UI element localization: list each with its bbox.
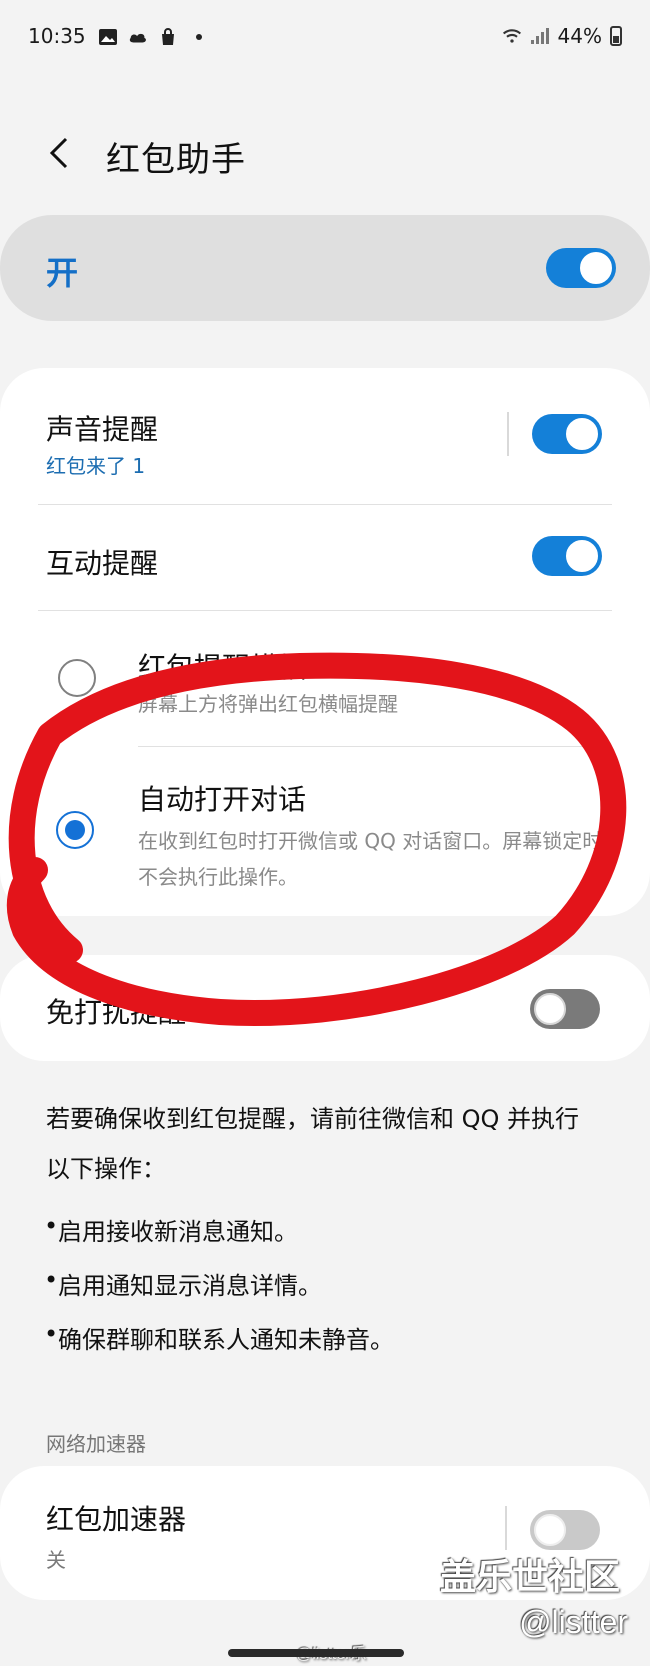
bullet-item: 确保群聊和联系人通知未静音。 [44, 1320, 394, 1355]
notification-icons [98, 28, 202, 46]
interactive-alert-toggle[interactable] [532, 536, 602, 576]
divider [138, 746, 612, 747]
dnd-alert-label: 免打扰提醒 [46, 996, 187, 1029]
vertical-divider [507, 412, 509, 456]
sound-alert-label: 声音提醒 [46, 413, 159, 446]
auto-open-chat-desc: 在收到红包时打开微信或 QQ 对话窗口。屏幕锁定时不会执行此操作。 [138, 829, 603, 889]
auto-open-chat-radio[interactable] [56, 811, 94, 849]
dnd-alert-row[interactable]: 免打扰提醒 [0, 955, 650, 1061]
banner-alert-desc: 屏幕上方将弹出红包横幅提醒 [138, 692, 398, 716]
watermark-community: 盖乐世社区 [439, 1556, 620, 1597]
toggle-knob [566, 418, 598, 450]
divider [38, 610, 612, 611]
bullet-item: 启用接收新消息通知。 [44, 1212, 298, 1247]
battery-icon [610, 26, 622, 46]
system-status: 44% [502, 24, 622, 48]
signal-icon [530, 27, 550, 45]
back-button[interactable] [42, 135, 78, 171]
booster-status: 关 [46, 1548, 66, 1572]
toggle-knob [566, 540, 598, 572]
booster-toggle[interactable] [530, 1510, 600, 1550]
info-text: 若要确保收到红包提醒，请前往微信和 QQ 并执行以下操作： [46, 1105, 580, 1183]
shopping-bag-icon [158, 28, 178, 46]
banner-alert-radio[interactable] [58, 659, 96, 697]
image-icon [98, 28, 118, 46]
more-notifications-icon [196, 34, 202, 40]
navigation-handle[interactable] [228, 1649, 404, 1657]
status-bar: 10:35 44% [0, 0, 650, 80]
page-title: 红包助手 [106, 140, 246, 180]
divider [38, 504, 612, 505]
master-switch-label: 开 [46, 254, 79, 292]
alert-settings-card: 声音提醒 红包来了 1 互动提醒 红包提醒横幅 屏幕上方将弹出红包横幅提醒 自动… [0, 368, 650, 916]
network-section-title: 网络加速器 [46, 1432, 146, 1456]
banner-alert-title: 红包提醒横幅 [138, 651, 307, 684]
booster-label: 红包加速器 [46, 1503, 187, 1536]
toggle-knob [580, 252, 612, 284]
bullet-item: 启用通知显示消息详情。 [44, 1266, 322, 1301]
toggle-knob [534, 1514, 566, 1546]
interactive-alert-label: 互动提醒 [46, 547, 159, 580]
auto-open-chat-title: 自动打开对话 [138, 783, 307, 816]
battery-percent: 44% [557, 24, 602, 48]
vertical-divider [505, 1506, 507, 1550]
header: 红包助手 [0, 115, 650, 195]
sound-alert-toggle[interactable] [532, 414, 602, 454]
cloud-icon [128, 28, 148, 46]
wifi-icon [502, 27, 522, 45]
toggle-knob [534, 993, 566, 1025]
sound-alert-subtitle: 红包来了 1 [46, 454, 146, 478]
dnd-alert-toggle[interactable] [530, 989, 600, 1029]
master-toggle[interactable] [546, 248, 616, 288]
master-switch-row[interactable]: 开 [0, 215, 650, 321]
status-time: 10:35 [28, 24, 86, 48]
watermark-handle: @listter [519, 1604, 628, 1640]
